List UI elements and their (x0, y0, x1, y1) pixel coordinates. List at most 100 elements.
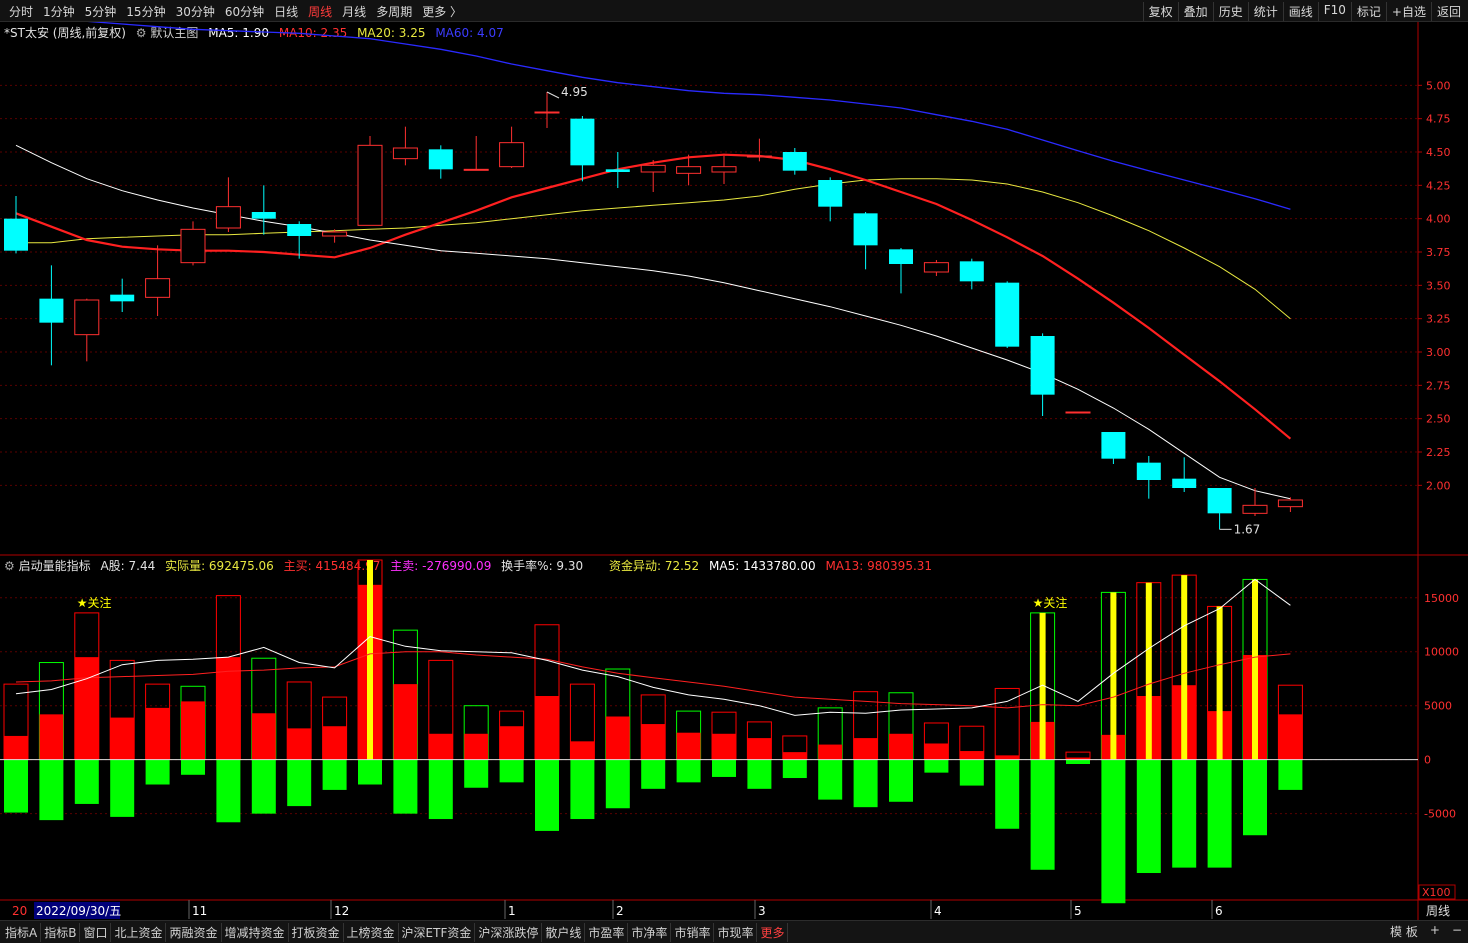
candle-body (889, 249, 913, 264)
indicator-button[interactable]: 北上资金 (111, 923, 167, 942)
indicator-button[interactable]: 沪深涨跌停 (475, 923, 543, 942)
sell-bar (570, 759, 595, 820)
tool-button[interactable]: 复权 (1142, 2, 1178, 21)
indicator-button[interactable]: 指标B (41, 923, 81, 942)
tool-button[interactable]: +自选 (1385, 2, 1431, 21)
y-tick-label: 4.25 (1426, 179, 1451, 192)
x-axis-label: 5 (1074, 904, 1082, 918)
candle-body (357, 144, 383, 226)
candle-body (145, 278, 171, 298)
sell-bar (924, 759, 949, 773)
tab-period-active[interactable]: 周线 (303, 2, 337, 21)
buy-bar (428, 733, 453, 760)
buy-bar (570, 741, 595, 760)
indicator-button[interactable]: 市盈率 (585, 923, 629, 942)
tab-period[interactable]: 多周期 (371, 2, 417, 21)
y-tick-label: 3.75 (1426, 246, 1451, 259)
sell-bar (853, 759, 878, 808)
sell-bar (1278, 759, 1303, 790)
tab-more[interactable]: 更多 〉 (417, 2, 467, 21)
tab-period[interactable]: 1分钟 (38, 2, 80, 21)
candle-body (74, 299, 100, 336)
candle-body (570, 118, 595, 166)
tab-period[interactable]: 月线 (337, 2, 371, 21)
high-pointer (546, 91, 560, 99)
indicator-button[interactable]: 增减持资金 (222, 923, 289, 942)
candle-body (1065, 411, 1091, 414)
tool-button[interactable]: 画线 (1282, 2, 1318, 21)
remove-button[interactable]: − (1452, 923, 1462, 940)
y-tick-label: -5000 (1424, 808, 1456, 821)
candle-body (605, 169, 630, 172)
sell-bar (818, 759, 843, 800)
y-tick-label: 4.50 (1426, 146, 1451, 159)
tool-button[interactable]: 标记 (1350, 2, 1386, 21)
chart-canvas[interactable]: 5.00 4.75 4.50 4.25 4.00 3.75 3.50 3.25 3.00 2.75… (0, 22, 1468, 920)
buy-bar (322, 726, 347, 760)
candle-body (534, 111, 560, 114)
sell-bar (216, 759, 241, 823)
candle-body (746, 155, 772, 158)
tab-period[interactable]: 分时 (4, 2, 38, 21)
candle-body (463, 168, 489, 171)
x-axis-label: 4 (934, 904, 942, 918)
indicator-button[interactable]: 窗口 (80, 923, 112, 942)
sell-bar (428, 759, 453, 820)
tool-button[interactable]: F10 (1317, 2, 1351, 21)
buy-bar (641, 724, 666, 760)
indicator-button[interactable]: 市销率 (671, 923, 715, 942)
sell-bar (1243, 759, 1267, 836)
tool-button[interactable]: 统计 (1247, 2, 1283, 21)
indicator-button[interactable]: 指标A (2, 923, 42, 942)
buy-bar (4, 735, 28, 760)
indicator-button[interactable]: 打板资金 (289, 923, 344, 942)
candle-body (1172, 478, 1197, 488)
ma5-line (15, 144, 1291, 500)
indicator-button[interactable]: 沪深ETF资金 (399, 923, 476, 942)
sell-bar (1030, 759, 1055, 870)
y-tick-label: 3.00 (1426, 346, 1451, 359)
y-tick-label: 2.25 (1426, 446, 1451, 459)
ma20-line (16, 178, 1291, 320)
focus-star-label: ★关注 (77, 595, 112, 610)
buy-bar (251, 713, 276, 760)
sell-bar (1207, 759, 1232, 868)
hot-bar (1145, 582, 1152, 760)
buy-bar (74, 657, 99, 760)
add-button[interactable]: + (1430, 923, 1440, 940)
indicator-button[interactable]: 市现率 (714, 923, 758, 942)
y-tick-label: 5.00 (1426, 79, 1451, 92)
tool-button[interactable]: 返回 (1430, 2, 1466, 21)
tab-period[interactable]: 60分钟 (220, 2, 269, 21)
x-axis-label: 6 (1215, 904, 1223, 918)
hot-bar (1181, 575, 1188, 760)
tab-period[interactable]: 15分钟 (121, 2, 170, 21)
hot-bar (1216, 606, 1223, 760)
tab-period[interactable]: 5分钟 (80, 2, 122, 21)
more-button[interactable]: 更多 (757, 923, 789, 942)
tool-button[interactable]: 叠加 (1177, 2, 1213, 21)
buy-bar (747, 738, 772, 760)
y-tick-label: 3.50 (1426, 279, 1451, 292)
candle-body (110, 294, 135, 302)
sell-bar (1101, 759, 1126, 904)
tab-period[interactable]: 30分钟 (171, 2, 220, 21)
sell-bar (712, 759, 736, 777)
indicator-button[interactable]: 两融资金 (166, 923, 222, 942)
multiplier-label: X100 (1422, 886, 1451, 899)
sell-bar (110, 759, 135, 817)
y-tick-label: 0 (1424, 754, 1431, 767)
hot-bar (1252, 579, 1258, 760)
indicator-button[interactable]: 上榜资金 (344, 923, 399, 942)
tab-period[interactable]: 日线 (269, 2, 303, 21)
indicator-bar: 指标A 指标B 窗口 北上资金 两融资金 增减持资金 打板资金 上榜资金 沪深E… (0, 920, 1468, 943)
indicator-button[interactable]: 散户线 (542, 923, 586, 942)
buy-bar (39, 714, 64, 760)
tool-button[interactable]: 历史 (1212, 2, 1248, 21)
candle-body (499, 142, 525, 168)
buy-bar (1278, 714, 1303, 760)
indicator-button[interactable]: 市净率 (628, 923, 672, 942)
candle-body (818, 180, 843, 207)
candle-body (180, 228, 206, 264)
template-button[interactable]: 模 板 (1390, 923, 1418, 940)
